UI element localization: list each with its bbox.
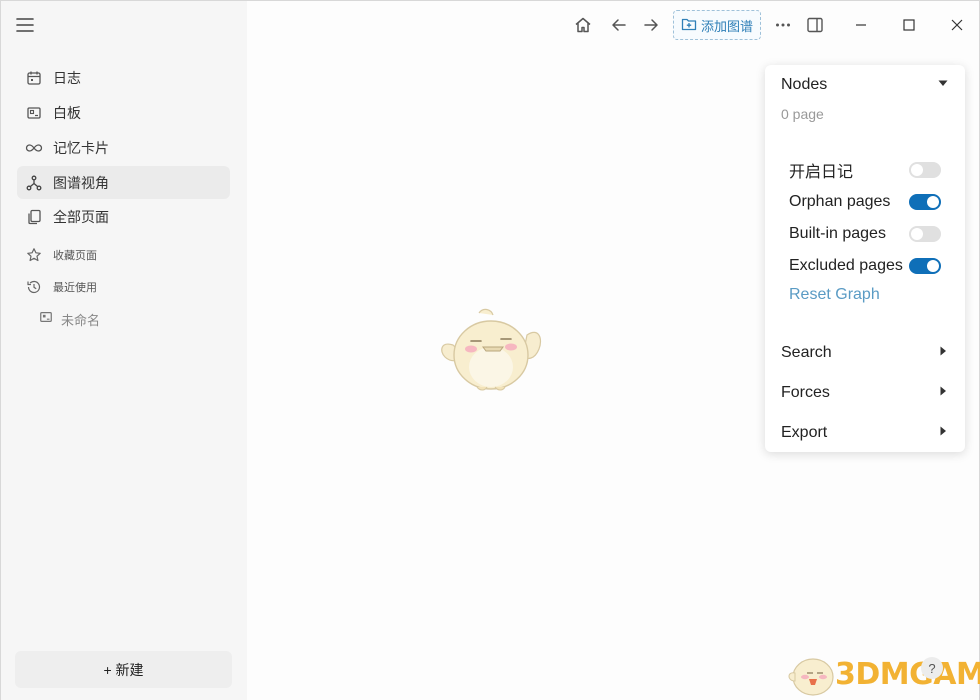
recent-label: 最近使用: [53, 282, 97, 294]
favorites-label: 收藏页面: [53, 250, 97, 262]
caret-right-icon: [937, 384, 949, 402]
section-label: Forces: [781, 384, 830, 401]
sidebar-item-graph-view[interactable]: 图谱视角: [17, 166, 230, 199]
recent-section[interactable]: 最近使用: [17, 274, 230, 300]
whiteboard-icon: [25, 104, 43, 122]
toggle-right-sidebar-icon[interactable]: [804, 14, 826, 36]
recent-item-label: 未命名: [61, 312, 101, 328]
pages-icon: [25, 208, 43, 226]
caret-right-icon: [937, 344, 949, 362]
section-label: Export: [781, 424, 828, 441]
graph-settings-panel: Nodes 0 page 开启日记 Orphan pages Built-in …: [765, 65, 965, 452]
toggle-label: 开启日记: [789, 164, 854, 181]
recent-item-untitled[interactable]: 未命名: [39, 309, 100, 329]
excluded-pages-toggle[interactable]: [909, 258, 941, 274]
watermark-logo: 3DMGAME: [785, 649, 980, 700]
caret-down-icon: [937, 76, 949, 94]
sidebar-item-label: 日志: [53, 69, 81, 86]
maximize-icon[interactable]: [897, 13, 921, 37]
reset-graph-link[interactable]: Reset Graph: [789, 286, 880, 304]
sidebar-item-label: 白板: [53, 104, 81, 121]
built-in-pages-toggle[interactable]: [909, 226, 941, 242]
sidebar-item-label: 图谱视角: [53, 174, 109, 191]
back-arrow-icon[interactable]: [608, 14, 630, 36]
forces-section-header[interactable]: Forces: [781, 381, 949, 405]
graph-icon: [25, 174, 43, 192]
help-button[interactable]: ?: [921, 657, 943, 679]
search-section-header[interactable]: Search: [781, 341, 949, 365]
journals-toggle[interactable]: [909, 162, 941, 178]
section-label: Search: [781, 344, 832, 361]
toggle-label: Orphan pages: [789, 193, 891, 210]
watermark-text: 3DMGAME: [835, 657, 980, 692]
infinity-icon: [25, 139, 43, 157]
app-window: 日志 白板 记忆卡片 图谱视角 全部页面 收藏页面 最近使用 未命名 + 新建 …: [0, 0, 980, 700]
sidebar-item-label: 记忆卡片: [53, 139, 109, 156]
orphan-pages-toggle[interactable]: [909, 194, 941, 210]
new-page-button[interactable]: + 新建: [15, 651, 232, 688]
sidebar-item-journals[interactable]: 日志: [17, 61, 230, 94]
add-graph-label: 添加图谱: [700, 18, 753, 34]
add-graph-button[interactable]: 添加图谱: [673, 10, 761, 40]
history-icon: [25, 278, 43, 296]
minimize-icon[interactable]: [849, 13, 873, 37]
export-section-header[interactable]: Export: [781, 421, 949, 445]
sidebar-item-whiteboards[interactable]: 白板: [17, 96, 230, 129]
nodes-title: Nodes: [781, 76, 828, 93]
favorites-section[interactable]: 收藏页面: [17, 242, 230, 268]
toggle-row-excluded-pages: Excluded pages: [789, 255, 941, 277]
empty-state-mascot: [439, 305, 543, 395]
star-icon: [25, 246, 43, 264]
toggle-label: Excluded pages: [789, 257, 903, 274]
nodes-page-count: 0 page: [781, 106, 824, 122]
toggle-row-orphan-pages: Orphan pages: [789, 191, 941, 213]
caret-right-icon: [937, 424, 949, 442]
forward-arrow-icon[interactable]: [640, 14, 662, 36]
calendar-icon: [25, 69, 43, 87]
sidebar-item-label: 全部页面: [53, 208, 109, 225]
nodes-section-header[interactable]: Nodes: [781, 73, 949, 97]
toggle-row-built-in-pages: Built-in pages: [789, 223, 941, 245]
close-icon[interactable]: [945, 13, 969, 37]
folder-plus-icon: [681, 16, 697, 35]
more-options-icon[interactable]: [772, 14, 794, 36]
toggle-row-journals: 开启日记: [789, 159, 941, 181]
whiteboard-icon: [39, 310, 53, 329]
sidebar-item-all-pages[interactable]: 全部页面: [17, 200, 230, 233]
home-icon[interactable]: [572, 14, 594, 36]
left-sidebar: 日志 白板 记忆卡片 图谱视角 全部页面 收藏页面 最近使用 未命名 + 新建: [1, 1, 247, 700]
menu-icon[interactable]: [15, 15, 35, 35]
toggle-label: Built-in pages: [789, 225, 886, 242]
sidebar-item-flashcards[interactable]: 记忆卡片: [17, 131, 230, 164]
